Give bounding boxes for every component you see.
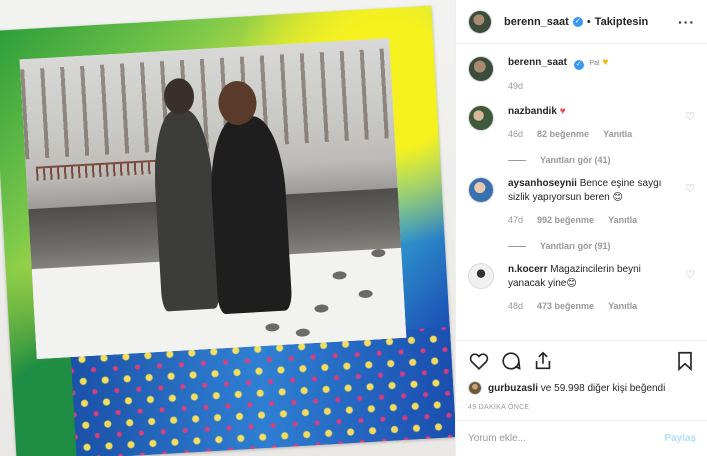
comment-username[interactable]: n.kocerr bbox=[508, 264, 547, 275]
comment: nazbandik ♥ 46d 82 beğenme Yanıtla ♡ bbox=[468, 105, 696, 141]
verified-badge-icon: ✓ bbox=[573, 60, 584, 70]
action-bar: gurbuzasli ve 59.998 diğer kişi beğendi … bbox=[456, 340, 707, 411]
comment-text: ♥ bbox=[559, 106, 566, 117]
heart-outline-icon[interactable]: ♡ bbox=[684, 183, 696, 195]
caption-username[interactable]: berenn_saat bbox=[508, 57, 567, 68]
yellow-heart-emoji: ♥ bbox=[602, 57, 609, 68]
post-comment-button[interactable]: Paylaş bbox=[664, 433, 696, 444]
more-options-icon[interactable]: ··· bbox=[678, 14, 695, 30]
liked-by-username[interactable]: gurbuzasli bbox=[488, 383, 538, 394]
avatar[interactable] bbox=[468, 263, 494, 289]
caption: berenn_saat ✓ Pal ♥ 49d bbox=[468, 56, 696, 93]
add-comment-bar: Paylaş bbox=[456, 420, 707, 456]
separator: • bbox=[586, 15, 591, 28]
comments-list[interactable]: berenn_saat ✓ Pal ♥ 49d nazbandik ♥ 46d … bbox=[456, 44, 707, 340]
heart-outline-icon[interactable]: ♡ bbox=[684, 269, 696, 281]
comment-likes[interactable]: 82 beğenme bbox=[537, 127, 589, 141]
avatar[interactable] bbox=[468, 381, 482, 395]
heart-icon[interactable] bbox=[468, 350, 490, 372]
caption-age[interactable]: 49d bbox=[508, 79, 523, 93]
verified-badge-icon: ✓ bbox=[572, 16, 583, 27]
avatar[interactable] bbox=[468, 56, 494, 82]
polaroid-photo bbox=[19, 38, 407, 359]
polaroid-frame bbox=[0, 5, 455, 456]
post-sidebar: berenn_saat ✓ • Takiptesin ··· berenn_sa… bbox=[455, 0, 707, 456]
follow-status-button[interactable]: Takiptesin bbox=[595, 16, 649, 28]
comment-likes[interactable]: 992 beğenme bbox=[537, 213, 594, 227]
post-image[interactable] bbox=[0, 0, 455, 456]
post-header: berenn_saat ✓ • Takiptesin ··· bbox=[456, 0, 707, 44]
avatar[interactable] bbox=[468, 177, 494, 203]
comment-username[interactable]: nazbandik bbox=[508, 106, 557, 117]
comment-username[interactable]: aysanhoseynii bbox=[508, 178, 577, 189]
heart-outline-icon[interactable]: ♡ bbox=[684, 111, 696, 123]
view-replies-button[interactable]: Yanıtları gör (41) bbox=[508, 155, 696, 165]
winter-photo bbox=[19, 38, 407, 359]
share-icon[interactable] bbox=[532, 350, 554, 372]
post-timestamp[interactable]: 49 DAKİKA ÖNCE bbox=[468, 404, 696, 411]
bookmark-icon[interactable] bbox=[674, 350, 696, 372]
username-link[interactable]: berenn_saat bbox=[504, 16, 569, 28]
reply-button[interactable]: Yanıtla bbox=[608, 213, 637, 227]
reply-button[interactable]: Yanıtla bbox=[603, 127, 632, 141]
comment-age[interactable]: 47d bbox=[508, 213, 523, 227]
avatar[interactable] bbox=[468, 105, 494, 131]
view-replies-button[interactable]: Yanıtları gör (91) bbox=[508, 241, 696, 251]
comment-likes[interactable]: 473 beğenme bbox=[537, 299, 594, 313]
comment-icon[interactable] bbox=[500, 350, 522, 372]
comment-input[interactable] bbox=[468, 433, 665, 444]
likes-summary[interactable]: gurbuzasli ve 59.998 diğer kişi beğendi bbox=[468, 381, 696, 395]
comment: n.kocerr Magazincilerin beyni yanacak yi… bbox=[468, 263, 696, 313]
comment-age[interactable]: 48d bbox=[508, 299, 523, 313]
liked-by-count[interactable]: ve 59.998 diğer kişi beğendi bbox=[538, 383, 666, 394]
reply-button[interactable]: Yanıtla bbox=[608, 299, 637, 313]
comment-age[interactable]: 46d bbox=[508, 127, 523, 141]
comment: aysanhoseynii Bence eşine saygı sizlik y… bbox=[468, 177, 696, 227]
avatar[interactable] bbox=[468, 9, 492, 34]
caption-text: Pal bbox=[589, 60, 600, 67]
